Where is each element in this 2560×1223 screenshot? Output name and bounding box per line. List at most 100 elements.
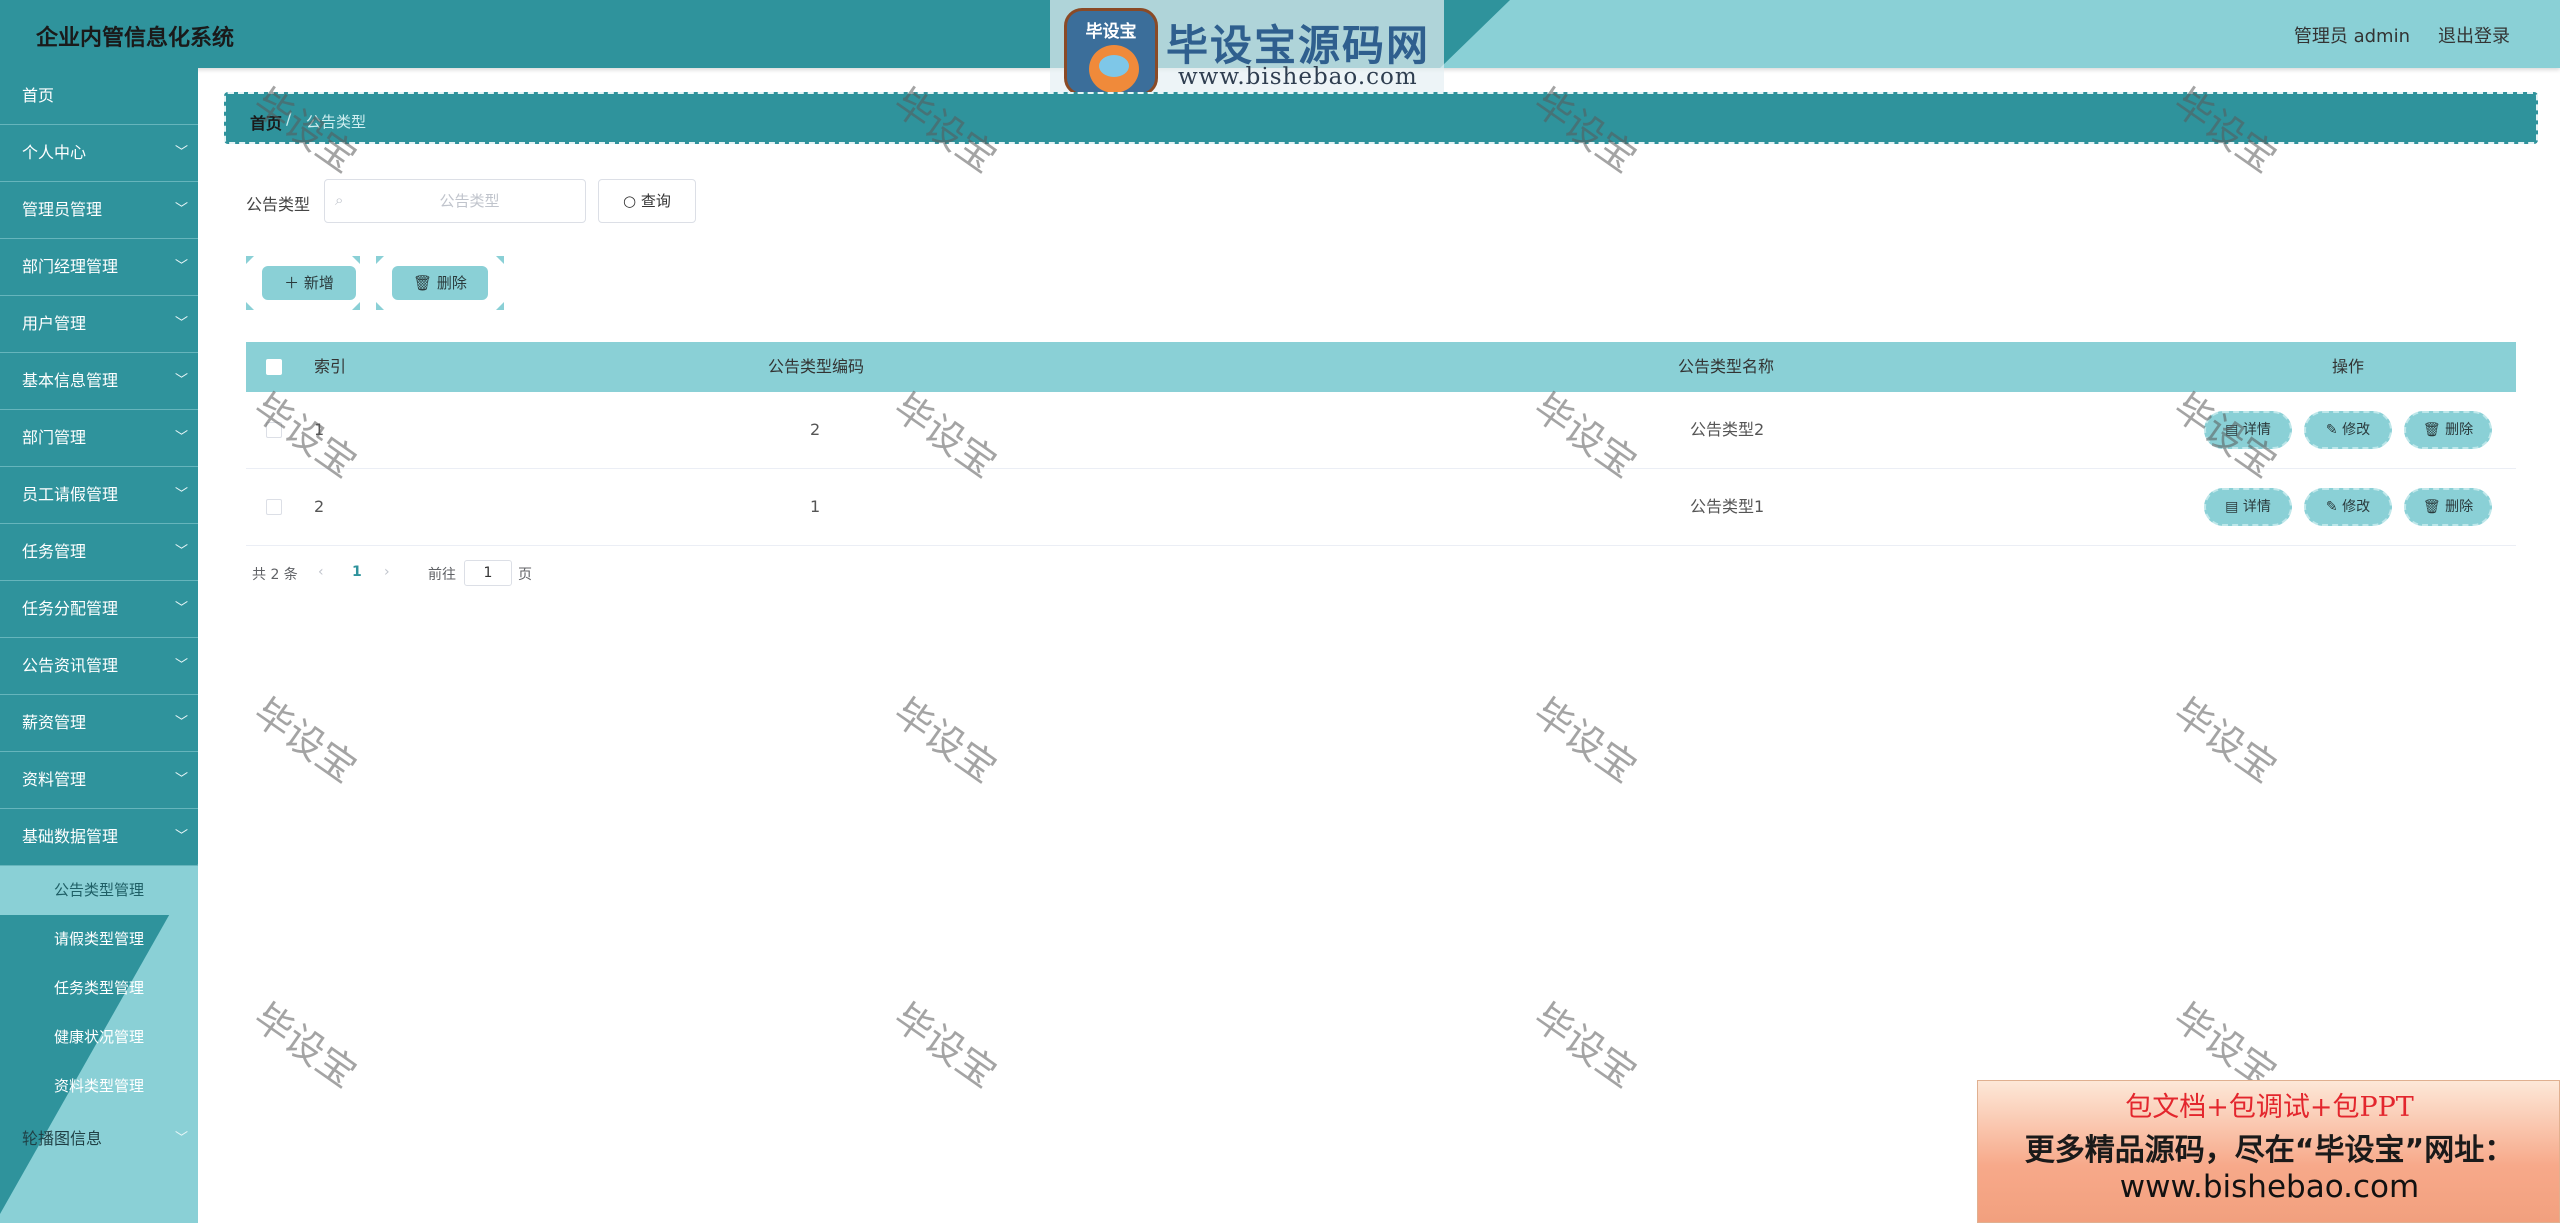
chevron-down-icon: ﹀ [174,829,188,844]
breadcrumb-current: 公告类型 [306,113,367,131]
query-button[interactable]: ○ 查询 [598,179,696,223]
sidebar-item-label: 员工请假管理 [22,485,119,504]
sidebar-subitem[interactable]: 健康状况管理 [0,1013,198,1062]
sidebar-item[interactable]: 部门经理管理 ﹀ [0,239,198,296]
logo-mascot-icon: 毕设宝 [1064,8,1158,96]
sidebar-item[interactable]: 公告资讯管理 ﹀ [0,638,198,695]
document-icon: ▤ [2225,499,2243,515]
cell-code: 1 [810,497,821,516]
row-checkbox[interactable] [266,422,282,438]
search-label: 公告类型 [246,195,311,214]
current-user-label: 管理员 admin [2293,26,2410,47]
chevron-down-icon: ﹀ [174,715,188,730]
batch-delete-button-label: 删除 [436,274,467,292]
logo-site-url: www.bishebao.com [1178,64,1418,90]
select-all-checkbox[interactable] [266,359,282,375]
pagination-prev-button[interactable]: ‹ [318,564,324,580]
edit-button-label: 修改 [2342,499,2371,515]
sidebar-item-label: 管理员管理 [22,200,103,219]
sidebar-item-label: 任务管理 [22,542,87,561]
column-header-actions: 操作 [2332,357,2365,376]
table-body: 1 2 公告类型2 ▤ 详情 ✎ 修改 🗑 删除 2 1 公告类型1 ▤ 详情 ✎ 修改 🗑 删除 [246,392,2516,546]
sidebar-item-label: 基础数据管理 [22,827,119,846]
trash-icon: 🗑 [413,274,433,292]
sidebar-item[interactable]: 用户管理 ﹀ [0,296,198,353]
sidebar-subitem[interactable]: 公告类型管理 [0,866,198,915]
search-input[interactable] [357,180,582,222]
delete-button-wrapper: 🗑 删除 [376,256,504,310]
sidebar-item[interactable]: 管理员管理 ﹀ [0,182,198,239]
delete-button-label: 删除 [2445,422,2474,438]
sidebar-item[interactable]: 部门管理 ﹀ [0,410,198,467]
cell-index: 1 [314,420,325,439]
cell-code: 2 [810,420,821,439]
sidebar: 首页 个人中心 ﹀ 管理员管理 ﹀ 部门经理管理 ﹀ 用户管理 ﹀ 基本信息管理 ﹀ 部门管理 ﹀ 员工请… [0,68,198,1223]
promo-line-2: 更多精品源码，尽在“毕设宝”网址： [2024,1133,2515,1168]
watermark-text: 毕设宝 [2165,689,2285,792]
data-table: 索引 公告类型编码 公告类型名称 操作 1 2 公告类型2 ▤ 详情 ✎ 修改 🗑 删除 2… [246,342,2516,546]
sidebar-item[interactable]: 任务分配管理 ﹀ [0,581,198,638]
table-header: 索引 公告类型编码 公告类型名称 操作 [246,342,2516,392]
sidebar-item[interactable]: 首页 [0,68,198,125]
breadcrumb: 首页 / 公告类型 [224,92,2538,144]
search-icon: ○ [623,192,637,210]
query-button-label: 查询 [640,192,671,210]
sidebar-item-label: 基本信息管理 [22,371,119,390]
pagination-goto-input[interactable] [464,560,512,586]
corner-decoration [496,302,504,310]
detail-button[interactable]: ▤ 详情 [2204,488,2292,526]
edit-button[interactable]: ✎ 修改 [2304,411,2392,449]
table-row: 2 1 公告类型1 ▤ 详情 ✎ 修改 🗑 删除 [246,469,2516,546]
sidebar-item[interactable]: 薪资管理 ﹀ [0,695,198,752]
sidebar-item[interactable]: 员工请假管理 ﹀ [0,467,198,524]
delete-button[interactable]: 🗑 删除 [2404,411,2492,449]
logout-link[interactable]: 退出登录 [2438,22,2510,48]
detail-button-label: 详情 [2242,422,2271,438]
add-button[interactable]: ＋ 新增 [262,266,356,300]
trash-icon: 🗑 [2422,422,2446,438]
sidebar-subitem[interactable]: 请假类型管理 [0,915,198,964]
promo-banner: 包文档+包调试+包PPT 更多精品源码，尽在“毕设宝”网址： www.bishe… [1977,1080,2560,1223]
pagination-next-button[interactable]: › [384,564,390,580]
corner-decoration [352,302,360,310]
sidebar-subitem[interactable]: 资料类型管理 [0,1062,198,1111]
sidebar-item-label: 公告资讯管理 [22,656,119,675]
sidebar-item[interactable]: 基础数据管理 ﹀ [0,809,198,866]
chevron-down-icon: ﹀ [174,487,188,502]
corner-decoration [246,302,254,310]
detail-button[interactable]: ▤ 详情 [2204,411,2292,449]
row-checkbox[interactable] [266,499,282,515]
column-header-name: 公告类型名称 [1678,357,1775,376]
corner-decoration [376,302,384,310]
header-diagonal-decoration [1440,0,1510,68]
delete-button[interactable]: 🗑 删除 [2404,488,2492,526]
breadcrumb-home-link[interactable]: 首页 [250,110,282,134]
detail-button-label: 详情 [2242,499,2271,515]
corner-decoration [352,256,360,264]
sidebar-item[interactable]: 轮播图信息 ﹀ [0,1111,198,1168]
watermark-text: 毕设宝 [1525,994,1645,1097]
watermark-text: 毕设宝 [245,689,365,792]
sidebar-item-label: 任务分配管理 [22,599,119,618]
sidebar-subitem[interactable]: 任务类型管理 [0,964,198,1013]
pagination-page-1[interactable]: 1 [352,564,362,580]
add-button-wrapper: ＋ 新增 [246,256,360,310]
table-row: 1 2 公告类型2 ▤ 详情 ✎ 修改 🗑 删除 [246,392,2516,469]
chevron-down-icon: ﹀ [174,373,188,388]
sidebar-item[interactable]: 基本信息管理 ﹀ [0,353,198,410]
add-button-label: 新增 [303,274,334,292]
chevron-down-icon: ﹀ [174,145,188,160]
batch-delete-button[interactable]: 🗑 删除 [392,266,488,300]
sidebar-item[interactable]: 个人中心 ﹀ [0,125,198,182]
promo-line-3: www.bishebao.com [2119,1169,2420,1205]
sidebar-item-label: 用户管理 [22,314,87,333]
sidebar-item[interactable]: 任务管理 ﹀ [0,524,198,581]
sidebar-item[interactable]: 资料管理 ﹀ [0,752,198,809]
search-icon: ⌕ [335,191,344,209]
edit-button[interactable]: ✎ 修改 [2304,488,2392,526]
sidebar-item-label: 部门管理 [22,428,87,447]
logo-mascot-text: 毕设宝 [1085,22,1137,42]
edit-icon: ✎ [2325,499,2343,515]
column-header-code: 公告类型编码 [768,357,865,376]
watermark-text: 毕设宝 [885,689,1005,792]
